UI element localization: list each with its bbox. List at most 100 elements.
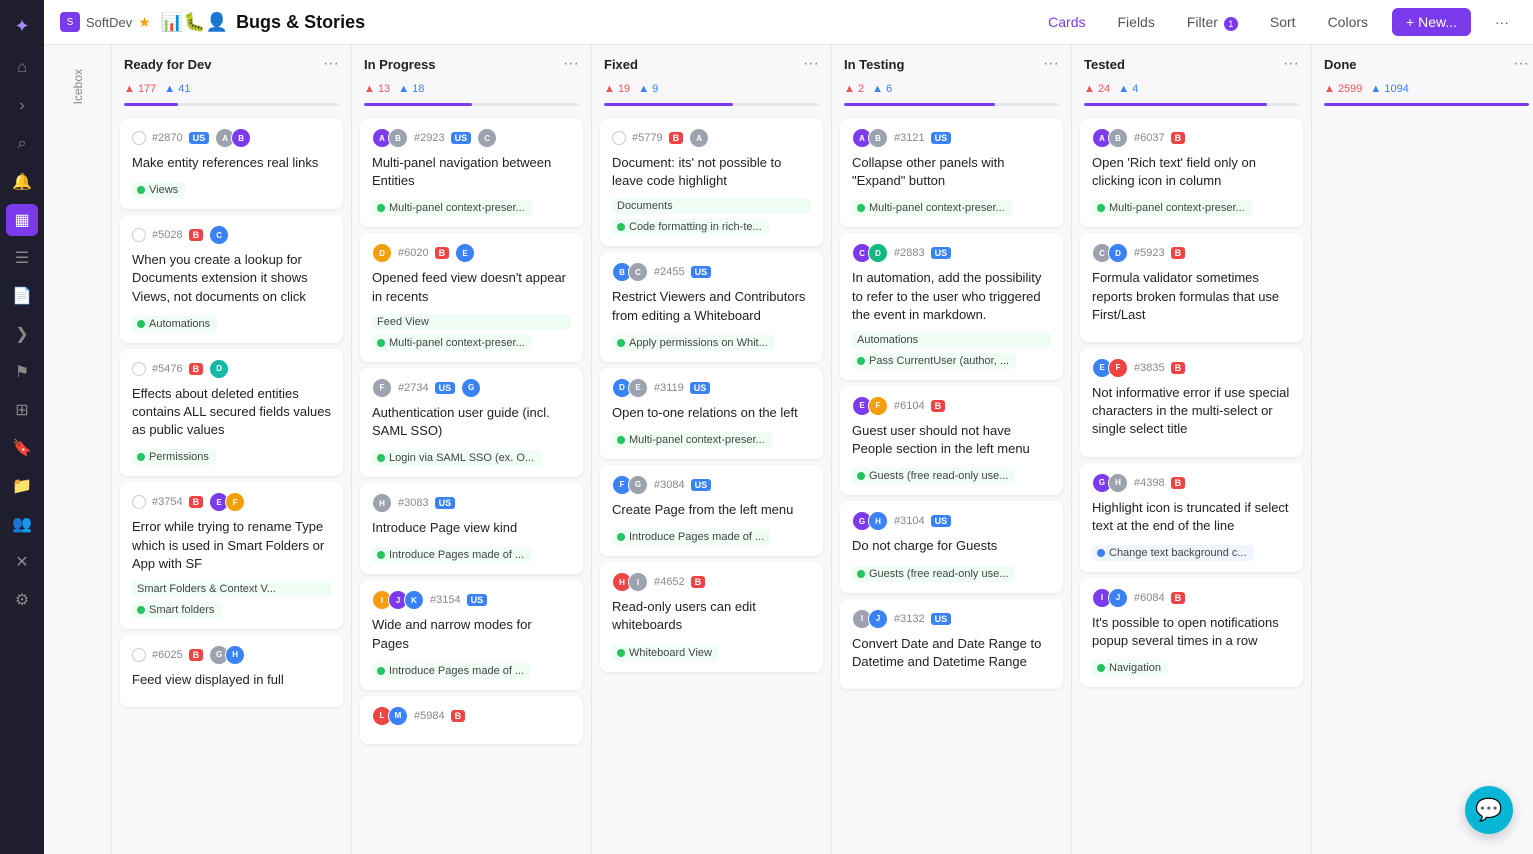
- col-more-testing[interactable]: ···: [1043, 55, 1059, 73]
- tag-b: B: [189, 496, 204, 508]
- card-checkbox[interactable]: [132, 131, 146, 145]
- card-5028[interactable]: #5028 B C When you create a lookup for D…: [120, 215, 343, 343]
- sidebar-notification-icon[interactable]: 🔔: [6, 166, 38, 198]
- sidebar-list-icon[interactable]: ☰: [6, 242, 38, 274]
- card-5476[interactable]: #5476 B D Effects about deleted entities…: [120, 349, 343, 477]
- card-checkbox[interactable]: [612, 131, 626, 145]
- avatar: D: [209, 359, 229, 379]
- new-button[interactable]: + New...: [1392, 8, 1471, 36]
- card-checkbox[interactable]: [132, 362, 146, 376]
- card-title: In automation, add the possibility to re…: [852, 269, 1051, 324]
- card-3119[interactable]: D E #3119 US Open to-one relations on th…: [600, 368, 823, 459]
- col-more-progress[interactable]: ···: [563, 55, 579, 73]
- sidebar-members-icon[interactable]: 👥: [6, 508, 38, 540]
- sidebar-folder-icon[interactable]: 📁: [6, 470, 38, 502]
- col-counts-ready: ▲ 177 ▲ 41: [112, 79, 351, 103]
- card-2883[interactable]: C D #2883 US In automation, add the poss…: [840, 233, 1063, 380]
- card-meta: E F #6104 B: [852, 396, 1051, 416]
- card-title: It's possible to open notifications popu…: [1092, 614, 1291, 650]
- card-6020[interactable]: D #6020 B E Opened feed view doesn't app…: [360, 233, 583, 361]
- sidebar-flag-icon[interactable]: ⚑: [6, 356, 38, 388]
- tag-us: US: [931, 613, 952, 625]
- col-more-fixed[interactable]: ···: [803, 55, 819, 73]
- card-label: Multi-panel context-preser...: [1092, 200, 1252, 216]
- card-5779[interactable]: #5779 B A Document: its' not possible to…: [600, 118, 823, 246]
- card-3835[interactable]: E F #3835 B Not informative error if use…: [1080, 348, 1303, 457]
- star-icon[interactable]: ★: [138, 14, 151, 31]
- card-meta: F #2734 US G: [372, 378, 571, 398]
- avatar: C: [628, 262, 648, 282]
- column-done: Done ··· ▲ 2599 ▲ 1094: [1312, 45, 1533, 854]
- sidebar-doc-icon[interactable]: 📄: [6, 280, 38, 312]
- card-id: #2923: [414, 132, 445, 144]
- avatar-group: A B: [372, 128, 408, 148]
- card-meta: #5028 B C: [132, 225, 331, 245]
- card-3104[interactable]: G H #3104 US Do not charge for Guests Gu…: [840, 501, 1063, 592]
- card-5984[interactable]: L M #5984 B: [360, 696, 583, 744]
- card-3083[interactable]: H #3083 US Introduce Page view kind Intr…: [360, 483, 583, 574]
- label-dot: [377, 667, 385, 675]
- card-5923[interactable]: C D #5923 B Formula validator sometimes …: [1080, 233, 1303, 342]
- label-dot: [137, 606, 145, 614]
- card-3154[interactable]: I J K #3154 US Wide and narrow modes for…: [360, 580, 583, 689]
- sidebar-x-icon[interactable]: ✕: [6, 546, 38, 578]
- card-6037[interactable]: A B #6037 B Open 'Rich text' field only …: [1080, 118, 1303, 227]
- filter-button[interactable]: Filter 1: [1179, 10, 1246, 35]
- card-id: #6025: [152, 649, 183, 661]
- card-checkbox[interactable]: [132, 648, 146, 662]
- card-2923[interactable]: A B #2923 US C Multi-panel navigation be…: [360, 118, 583, 227]
- label-dot: [617, 339, 625, 347]
- colors-button[interactable]: Colors: [1320, 10, 1376, 34]
- sidebar-bookmark-icon[interactable]: 🔖: [6, 432, 38, 464]
- columns-wrapper: Icebox Ready for Dev ··· ▲ 177 ▲ 41: [44, 45, 1533, 854]
- card-6025[interactable]: #6025 B G H Feed view displayed in full: [120, 635, 343, 707]
- chat-button[interactable]: 💬: [1465, 786, 1513, 834]
- sidebar-search-icon[interactable]: ⌕: [6, 128, 38, 160]
- sidebar-grid-icon[interactable]: ⊞: [6, 394, 38, 426]
- sort-button[interactable]: Sort: [1262, 10, 1304, 34]
- card-2455[interactable]: B C #2455 US Restrict Viewers and Contri…: [600, 252, 823, 361]
- sidebar-boards-icon[interactable]: ▦: [6, 204, 38, 236]
- avatar-group: D: [372, 243, 392, 263]
- card-title: Introduce Page view kind: [372, 519, 571, 537]
- avatar-group: A B: [215, 128, 251, 148]
- card-label: Smart Folders & Context V...: [132, 581, 331, 597]
- sidebar-settings-icon[interactable]: ⚙: [6, 584, 38, 616]
- card-2734[interactable]: F #2734 US G Authentication user guide (…: [360, 368, 583, 477]
- avatar-group: A B: [852, 128, 888, 148]
- card-6084[interactable]: I J #6084 B It's possible to open notifi…: [1080, 578, 1303, 687]
- card-id: #2734: [398, 382, 429, 394]
- card-meta: A B #2923 US C: [372, 128, 571, 148]
- avatar: B: [868, 128, 888, 148]
- card-3132[interactable]: I J #3132 US Convert Date and Date Range…: [840, 599, 1063, 689]
- col-progress-fill-tested: [1084, 103, 1267, 106]
- card-3084[interactable]: F G #3084 US Create Page from the left m…: [600, 465, 823, 556]
- app-logo-icon[interactable]: ✦: [6, 10, 38, 42]
- avatar: D: [372, 243, 392, 263]
- sidebar-home-icon[interactable]: ⌂: [6, 52, 38, 84]
- col-more-ready[interactable]: ···: [323, 55, 339, 73]
- card-2870[interactable]: #2870 US A B Make entity references real…: [120, 118, 343, 209]
- sidebar-expand-icon[interactable]: ›: [6, 90, 38, 122]
- more-options-button[interactable]: ···: [1487, 10, 1517, 34]
- card-checkbox[interactable]: [132, 228, 146, 242]
- card-title: Restrict Viewers and Contributors from e…: [612, 288, 811, 324]
- card-4652[interactable]: H I #4652 B Read-only users can edit whi…: [600, 562, 823, 671]
- card-6104[interactable]: E F #6104 B Guest user should not have P…: [840, 386, 1063, 495]
- col-progress-done: [1324, 103, 1529, 106]
- card-checkbox[interactable]: [132, 495, 146, 509]
- avatar-group: G H: [1092, 473, 1128, 493]
- card-meta: G H #4398 B: [1092, 473, 1291, 493]
- card-3121[interactable]: A B #3121 US Collapse other panels with …: [840, 118, 1063, 227]
- card-3754[interactable]: #3754 B E F Error while trying to rename…: [120, 482, 343, 629]
- col-more-done[interactable]: ···: [1513, 55, 1529, 73]
- sidebar-chevron-icon[interactable]: ❯: [6, 318, 38, 350]
- label-dot: [137, 186, 145, 194]
- fields-button[interactable]: Fields: [1110, 10, 1163, 34]
- card-4398[interactable]: G H #4398 B Highlight icon is truncated …: [1080, 463, 1303, 572]
- tag-us: US: [931, 515, 952, 527]
- col-more-tested[interactable]: ···: [1283, 55, 1299, 73]
- avatar-group: G H: [852, 511, 888, 531]
- card-label: Code formatting in rich-te...: [612, 219, 769, 235]
- cards-button[interactable]: Cards: [1040, 10, 1093, 34]
